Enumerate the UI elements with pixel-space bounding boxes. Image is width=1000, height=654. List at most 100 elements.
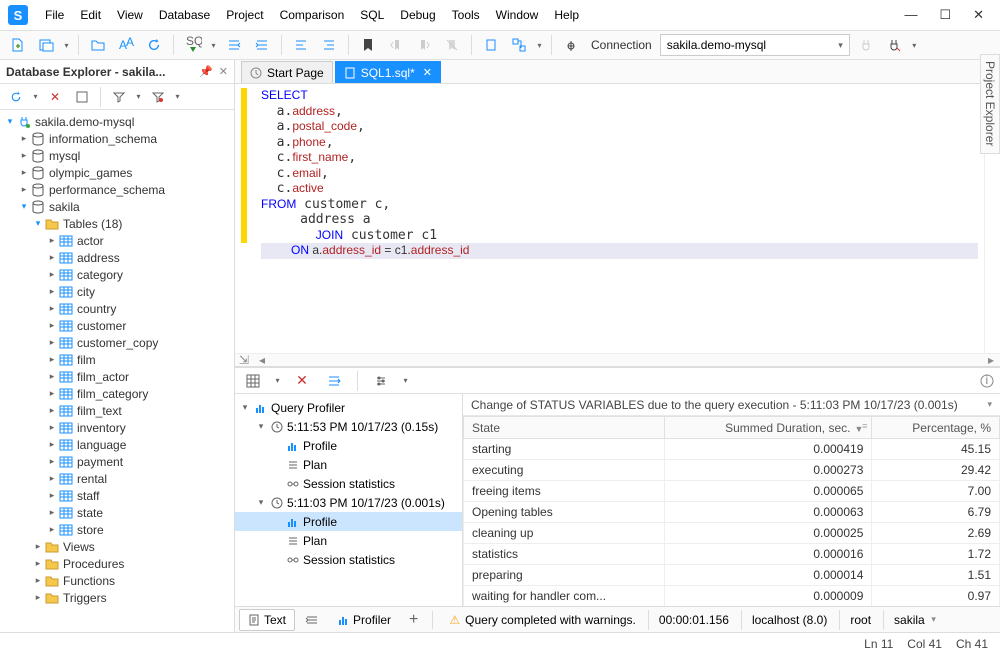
bookmark-icon[interactable] — [356, 33, 380, 57]
profiler-item-plan[interactable]: Plan — [235, 455, 462, 474]
open-file-icon[interactable] — [86, 33, 110, 57]
profiler-run-0[interactable]: ▾5:11:53 PM 10/17/23 (0.15s) — [235, 417, 462, 436]
table-row[interactable]: Opening tables0.0000636.79 — [464, 502, 1000, 523]
menu-view[interactable]: View — [110, 4, 150, 26]
menu-comparison[interactable]: Comparison — [273, 4, 352, 26]
close-icon[interactable]: ✕ — [973, 7, 984, 23]
grid-icon[interactable] — [241, 369, 265, 393]
window-icon[interactable] — [70, 85, 94, 109]
table-customer_copy[interactable]: ▸customer_copy — [0, 334, 234, 351]
table-rental[interactable]: ▸rental — [0, 470, 234, 487]
table-actor[interactable]: ▸actor — [0, 232, 234, 249]
bookmark-clear-icon[interactable] — [440, 33, 464, 57]
db-tree[interactable]: ▾sakila.demo-mysql▸information_schema▸my… — [0, 110, 234, 632]
new-sql-icon[interactable] — [34, 33, 58, 57]
split-handle-icon[interactable]: ⇲ — [237, 353, 251, 367]
profiler-table[interactable]: State Summed Duration, sec.▼≡ Percentage… — [463, 416, 1000, 606]
connection-combo[interactable]: sakila.demo-mysql ▾ — [660, 34, 850, 56]
profiler-item-plan[interactable]: Plan — [235, 531, 462, 550]
menu-edit[interactable]: Edit — [73, 4, 108, 26]
table-row[interactable]: cleaning up0.0000252.69 — [464, 523, 1000, 544]
col-percentage[interactable]: Percentage, % — [872, 417, 1000, 439]
db-mysql[interactable]: ▸mysql — [0, 147, 234, 164]
conn-root[interactable]: ▾sakila.demo-mysql — [0, 113, 234, 130]
tab-plan-icon[interactable] — [297, 609, 327, 631]
dropdown-caret-icon[interactable]: ▾ — [910, 41, 919, 50]
format-icon[interactable] — [289, 33, 313, 57]
profiler-item-session-statistics[interactable]: Session statistics — [235, 474, 462, 493]
menu-database[interactable]: Database — [152, 4, 217, 26]
object-tree-icon[interactable] — [507, 33, 531, 57]
arrow-left-icon[interactable]: ◂ — [255, 353, 269, 367]
table-row[interactable]: preparing0.0000141.51 — [464, 565, 1000, 586]
table-country[interactable]: ▸country — [0, 300, 234, 317]
tab-sql-file[interactable]: SQL1.sql* ✕ — [335, 61, 441, 83]
bookmark-next-icon[interactable] — [412, 33, 436, 57]
profiler-item-profile[interactable]: Profile — [235, 436, 462, 455]
editor-scrollbar[interactable]: ⇲ ◂ ▸ — [235, 353, 1000, 367]
compare-icon[interactable] — [322, 369, 346, 393]
tab-text[interactable]: Text — [239, 609, 295, 631]
settings-icon[interactable] — [369, 369, 393, 393]
table-inventory[interactable]: ▸inventory — [0, 419, 234, 436]
dropdown-caret-icon[interactable]: ▾ — [209, 41, 218, 50]
profiler-run-1[interactable]: ▾5:11:03 PM 10/17/23 (0.001s) — [235, 493, 462, 512]
table-city[interactable]: ▸city — [0, 283, 234, 300]
db-performance_schema[interactable]: ▸performance_schema — [0, 181, 234, 198]
db-sakila[interactable]: ▾sakila — [0, 198, 234, 215]
table-address[interactable]: ▸address — [0, 249, 234, 266]
table-payment[interactable]: ▸payment — [0, 453, 234, 470]
table-row[interactable]: statistics0.0000161.72 — [464, 544, 1000, 565]
sql-code[interactable]: SELECT a.address, a.postal_code, a.phone… — [255, 84, 984, 353]
table-language[interactable]: ▸language — [0, 436, 234, 453]
dropdown-caret-icon[interactable]: ▾ — [535, 41, 544, 50]
close-icon[interactable]: ✕ — [423, 66, 432, 79]
table-row[interactable]: waiting for handler com...0.0000090.97 — [464, 586, 1000, 607]
profiler-tree[interactable]: ▾Query Profiler▾5:11:53 PM 10/17/23 (0.1… — [235, 394, 463, 606]
indent-left-icon[interactable] — [222, 33, 246, 57]
arrow-right-icon[interactable]: ▸ — [984, 353, 998, 367]
table-staff[interactable]: ▸staff — [0, 487, 234, 504]
document-icon[interactable] — [479, 33, 503, 57]
font-size-icon[interactable]: AA — [114, 33, 138, 57]
table-film_text[interactable]: ▸film_text — [0, 402, 234, 419]
table-row[interactable]: starting0.00041945.15 — [464, 439, 1000, 460]
disconnect-icon[interactable] — [882, 33, 906, 57]
menu-window[interactable]: Window — [489, 4, 546, 26]
tab-start-page[interactable]: Start Page — [241, 61, 333, 83]
menu-project[interactable]: Project — [219, 4, 270, 26]
filter2-icon[interactable] — [146, 85, 170, 109]
plug-icon[interactable] — [854, 33, 878, 57]
menu-file[interactable]: File — [38, 4, 71, 26]
db-information_schema[interactable]: ▸information_schema — [0, 130, 234, 147]
table-category[interactable]: ▸category — [0, 266, 234, 283]
delete-icon[interactable]: ✕ — [43, 85, 67, 109]
menu-help[interactable]: Help — [547, 4, 586, 26]
menu-sql[interactable]: SQL — [353, 4, 391, 26]
refresh-icon[interactable] — [4, 85, 28, 109]
info-icon[interactable]: i — [980, 374, 994, 388]
col-state[interactable]: State — [464, 417, 665, 439]
execute-sql-icon[interactable]: SQL — [181, 33, 205, 57]
profiler-root[interactable]: ▾Query Profiler — [235, 398, 462, 417]
table-film_category[interactable]: ▸film_category — [0, 385, 234, 402]
filter1-icon[interactable] — [107, 85, 131, 109]
profiler-item-session-statistics[interactable]: Session statistics — [235, 550, 462, 569]
folder-triggers[interactable]: ▸Triggers — [0, 589, 234, 606]
profiler-item-profile[interactable]: Profile — [235, 512, 462, 531]
table-film[interactable]: ▸film — [0, 351, 234, 368]
format-alt-icon[interactable] — [317, 33, 341, 57]
refresh-icon[interactable] — [142, 33, 166, 57]
add-tab-icon[interactable]: + — [401, 609, 426, 631]
tab-profiler[interactable]: Profiler — [329, 609, 399, 631]
col-duration[interactable]: Summed Duration, sec.▼≡ — [665, 417, 872, 439]
menu-debug[interactable]: Debug — [393, 4, 442, 26]
folder-tables[interactable]: ▾Tables (18) — [0, 215, 234, 232]
project-explorer-tab[interactable]: Project Explorer — [980, 54, 1000, 154]
indent-right-icon[interactable] — [250, 33, 274, 57]
chevron-down-icon[interactable]: ▾ — [987, 399, 992, 410]
folder-functions[interactable]: ▸Functions — [0, 572, 234, 589]
close-icon[interactable]: ✕ — [219, 65, 228, 78]
menu-tools[interactable]: Tools — [445, 4, 487, 26]
folder-views[interactable]: ▸Views — [0, 538, 234, 555]
